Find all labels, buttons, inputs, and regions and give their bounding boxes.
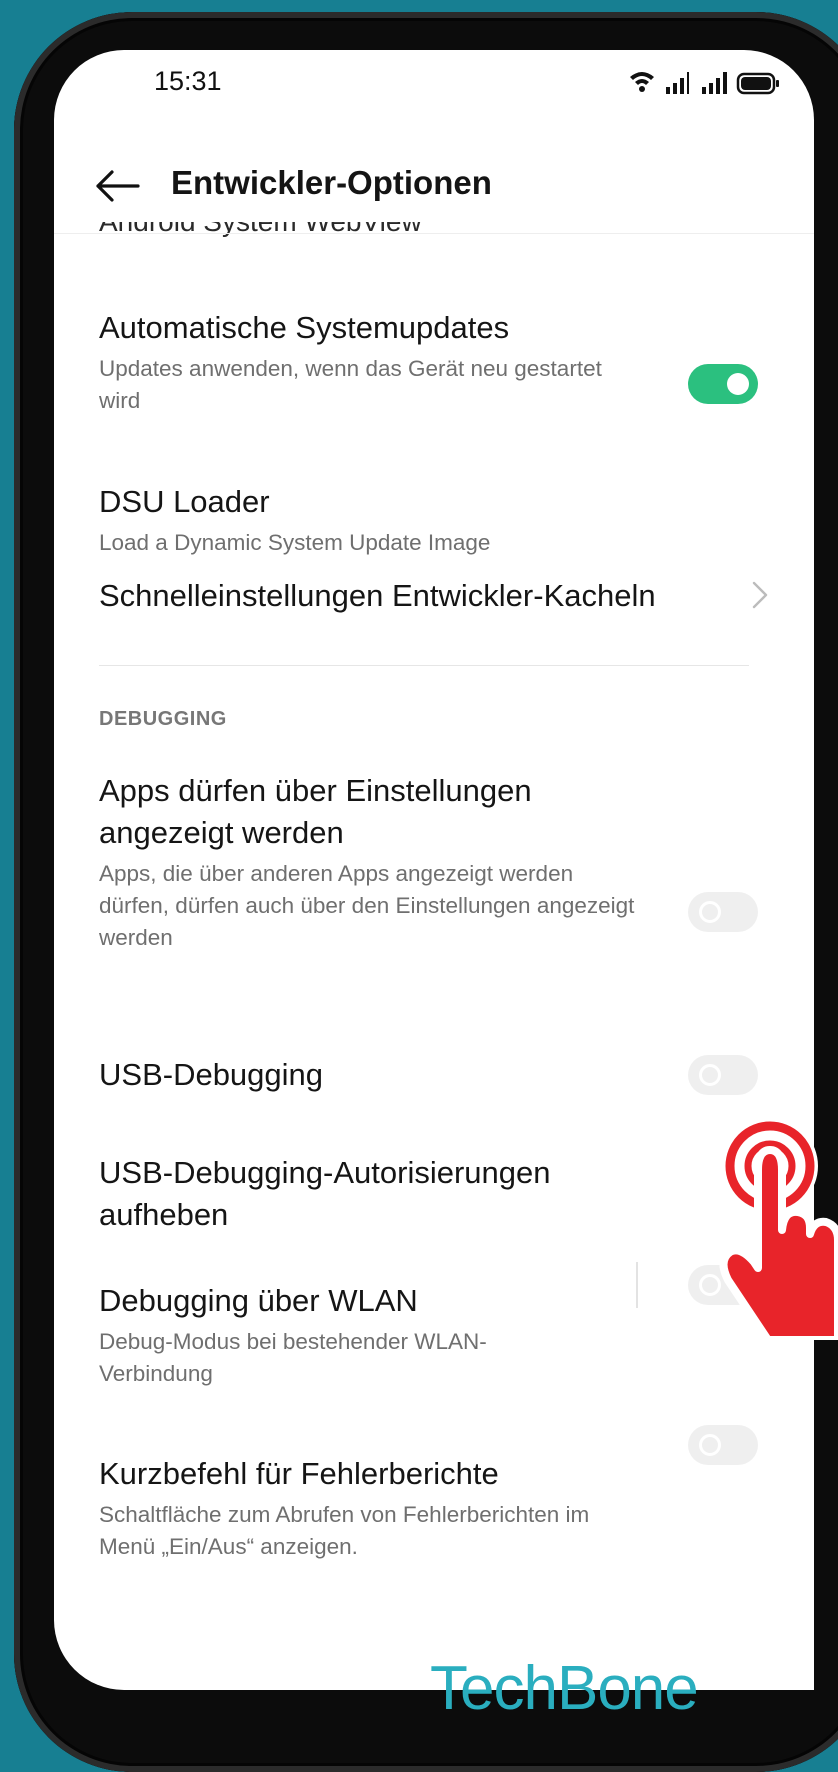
cut-off-setting-label: Android System WebView <box>99 222 422 254</box>
app-header: Entwickler-Optionen <box>54 150 814 230</box>
setting-quick-tiles[interactable]: Schnelleinstellungen Entwickler-Kacheln <box>99 575 739 617</box>
setting-title: Apps dürfen über Einstellungen angezeigt… <box>99 773 532 850</box>
setting-subtitle: Load a Dynamic System Update Image <box>99 530 491 555</box>
toggle-knob <box>699 1434 721 1456</box>
techbone-watermark: TechBone <box>430 1654 699 1723</box>
wifi-icon <box>630 72 654 92</box>
setting-dsu-loader[interactable]: DSU Loader Load a Dynamic System Update … <box>99 481 719 559</box>
setting-title: USB-Debugging <box>99 1057 324 1092</box>
setting-title: DSU Loader <box>99 484 270 519</box>
status-bar: 15:31 <box>54 50 814 120</box>
header-divider <box>54 233 814 234</box>
pointer-hand-icon <box>719 1118 838 1340</box>
setting-subtitle: Updates anwenden, wenn das Gerät neu ges… <box>99 356 602 413</box>
setting-title: Automatische Systemupdates <box>99 310 510 345</box>
status-icons <box>630 72 779 95</box>
toggle-bugreport-shortcut[interactable] <box>688 1425 758 1465</box>
toggle-knob <box>699 901 721 923</box>
back-arrow-icon[interactable] <box>92 164 142 208</box>
setting-subtitle: Apps, die über anderen Apps angezeigt we… <box>99 861 635 950</box>
vertical-separator <box>636 1262 638 1308</box>
setting-overlay-settings[interactable]: Apps dürfen über Einstellungen angezeigt… <box>99 770 639 954</box>
toggle-usb-debugging[interactable] <box>688 1055 758 1095</box>
toggle-knob <box>699 1064 721 1086</box>
setting-title: Kurzbefehl für Fehlerberichte <box>99 1456 499 1491</box>
battery-icon <box>736 72 779 95</box>
setting-title: USB-Debugging-Autorisierungen aufheben <box>99 1155 551 1232</box>
page-title: Entwickler-Optionen <box>171 164 492 201</box>
toggle-auto-updates[interactable] <box>688 364 758 404</box>
chevron-right-icon <box>752 581 768 609</box>
section-header-debugging: DEBUGGING <box>99 708 227 730</box>
signal-icon <box>666 72 727 94</box>
setting-wlan-debugging[interactable]: Debugging über WLAN Debug-Modus bei best… <box>99 1280 579 1390</box>
toggle-knob <box>727 373 749 395</box>
setting-title: Schnelleinstellungen Entwickler-Kacheln <box>99 578 656 613</box>
setting-revoke-usb-auth[interactable]: USB-Debugging-Autorisierungen aufheben <box>99 1152 619 1236</box>
setting-title: Debugging über WLAN <box>99 1283 418 1318</box>
status-time: 15:31 <box>154 66 222 96</box>
setting-bugreport-shortcut[interactable]: Kurzbefehl für Fehlerberichte Schaltfläc… <box>99 1453 639 1563</box>
setting-subtitle: Debug-Modus bei bestehender WLAN-Verbind… <box>99 1329 487 1386</box>
setting-auto-updates[interactable]: Automatische Systemupdates Updates anwen… <box>99 307 619 417</box>
screen: 15:31 Entwickler-Optionen Automatische S… <box>54 50 814 1690</box>
toggle-overlay-settings[interactable] <box>688 892 758 932</box>
section-divider <box>99 665 749 666</box>
setting-usb-debugging[interactable]: USB-Debugging <box>99 1054 639 1096</box>
setting-subtitle: Schaltfläche zum Abrufen von Fehlerberic… <box>99 1502 590 1559</box>
